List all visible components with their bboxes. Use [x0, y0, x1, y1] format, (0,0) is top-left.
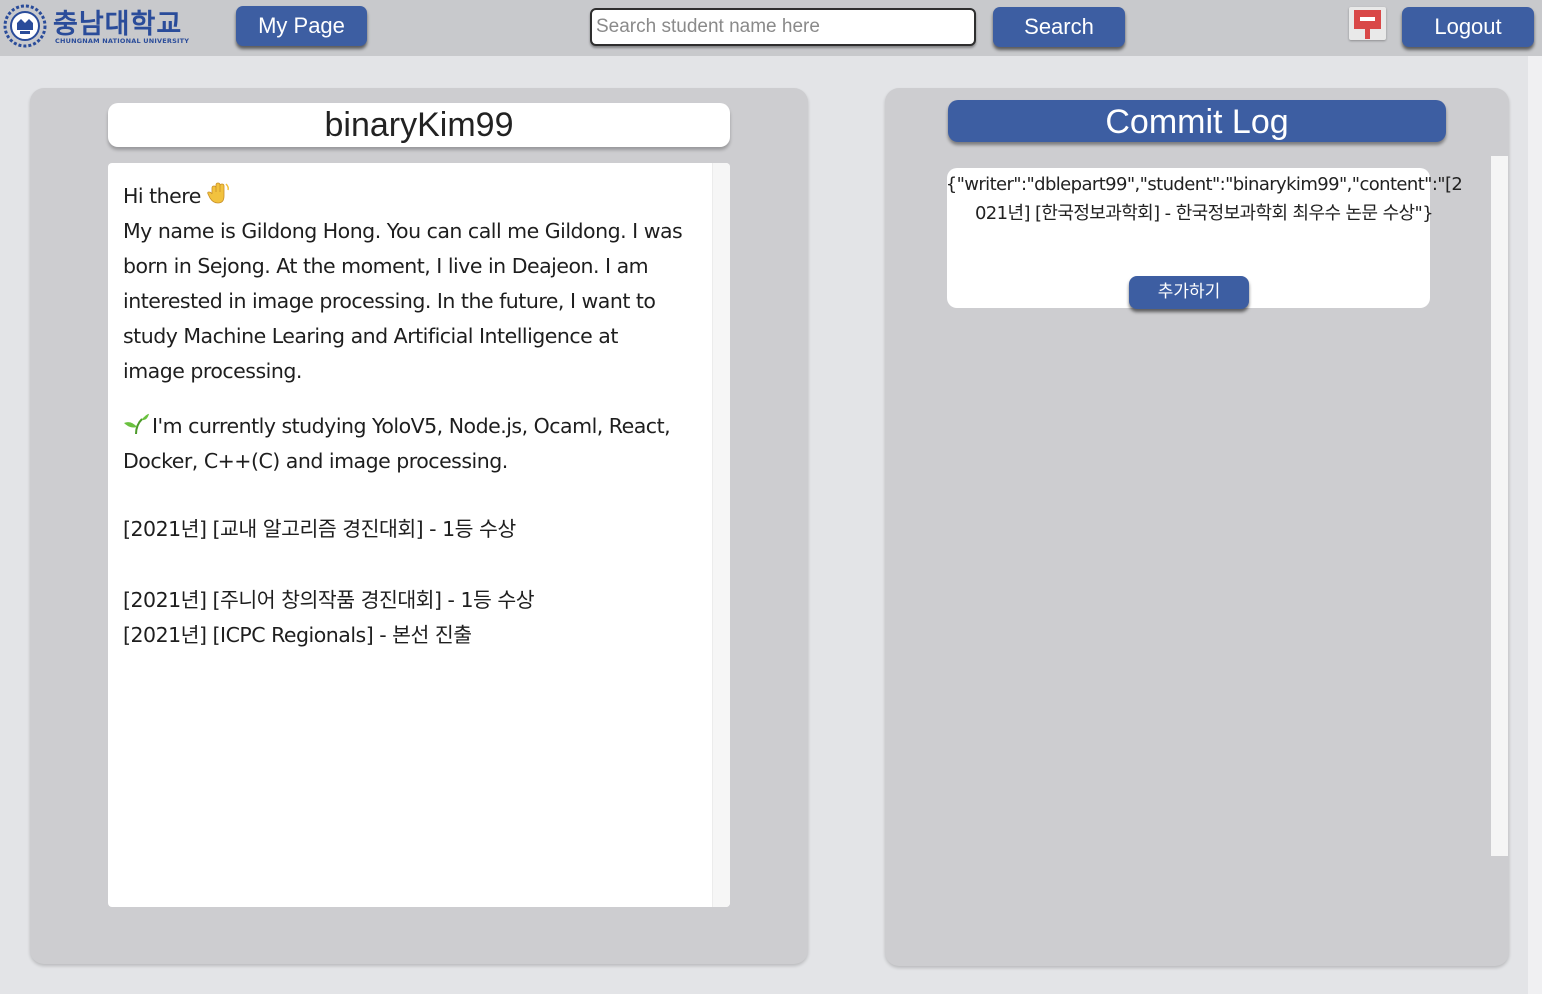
readme-greeting-line: Hi there [123, 179, 683, 214]
window-edge [1528, 56, 1542, 994]
commit-log-title: Commit Log [948, 100, 1446, 142]
logo-korean-text: 충남대학교 [53, 9, 183, 40]
university-emblem-icon [3, 4, 47, 48]
readme-text: Hi there My name is Gildong Hong. You ca… [123, 179, 683, 653]
profile-username: binaryKim99 [108, 103, 730, 147]
flag-icon [1354, 10, 1381, 39]
readme-intro: My name is Gildong Hong. You can call me… [123, 219, 683, 383]
add-commit-button[interactable]: 추가하기 [1129, 276, 1249, 309]
flag-button[interactable] [1349, 7, 1386, 40]
readme-scrollbar[interactable] [712, 163, 730, 907]
commit-entry-text: {"writer":"dblepart99","student":"binary… [945, 174, 1463, 224]
readme-studying-line: I'm currently studying YoloV5, Node.js, … [123, 409, 683, 479]
search-button[interactable]: Search [993, 7, 1125, 47]
waving-hand-icon [207, 182, 229, 204]
logo-english-text: CHUNGNAM NATIONAL UNIVERSITY [55, 37, 190, 45]
readme-content: Hi there My name is Gildong Hong. You ca… [108, 163, 730, 907]
university-logo[interactable]: 충남대학교 CHUNGNAM NATIONAL UNIVERSITY [3, 4, 225, 48]
readme-studying: I'm currently studying YoloV5, Node.js, … [123, 414, 671, 473]
search-input[interactable] [590, 8, 976, 46]
readme-award-1: [2021년] [교내 알고리즘 경진대회] - 1등 수상 [123, 517, 516, 541]
readme-award-3: [2021년] [ICPC Regionals] - 본선 진출 [123, 623, 472, 647]
readme-award-2: [2021년] [주니어 창의작품 경진대회] - 1등 수상 [123, 588, 535, 612]
top-navigation-bar: 충남대학교 CHUNGNAM NATIONAL UNIVERSITY My Pa… [0, 0, 1542, 56]
my-page-button[interactable]: My Page [236, 6, 367, 46]
seedling-icon [124, 413, 149, 435]
readme-greeting: Hi there [123, 184, 201, 208]
logout-button[interactable]: Logout [1402, 7, 1534, 47]
commit-log-scrollbar[interactable] [1491, 156, 1508, 856]
